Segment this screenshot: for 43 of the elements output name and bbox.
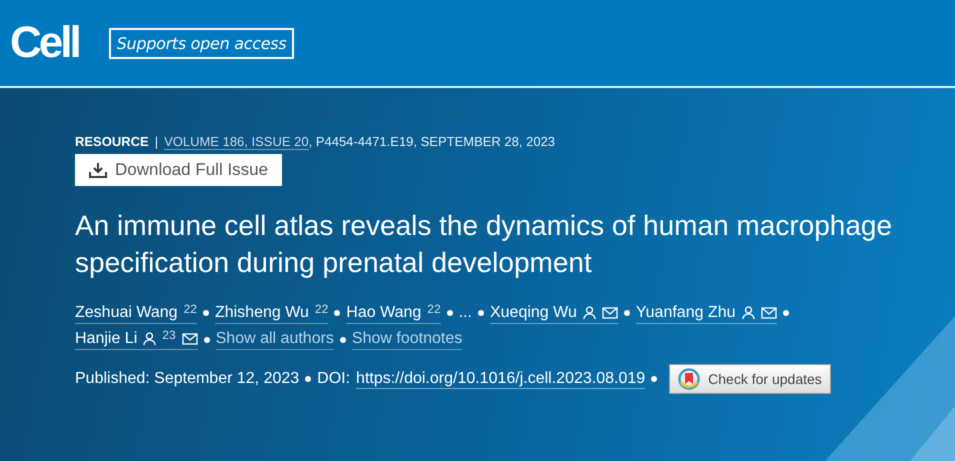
bullet-icon bbox=[340, 336, 346, 342]
bullet-icon bbox=[782, 310, 788, 316]
doi-label: DOI: bbox=[317, 370, 350, 388]
check-updates-button[interactable]: Check for updates bbox=[669, 364, 831, 394]
open-access-badge: Supports open access bbox=[108, 28, 294, 58]
author-link[interactable]: Xueqing Wu bbox=[490, 302, 577, 322]
logo[interactable]: Cell bbox=[10, 21, 79, 65]
ellipsis: ... bbox=[458, 303, 472, 323]
bookmark-icon bbox=[678, 368, 700, 390]
article-title: An immune cell atlas reveals the dynamics of human macrophage specification during prenatal development bbox=[75, 209, 894, 280]
footnote-mark[interactable]: 22 bbox=[184, 302, 197, 314]
bullet-icon bbox=[334, 310, 340, 316]
person-icon[interactable] bbox=[582, 306, 596, 320]
article-type: RESOURCE bbox=[75, 134, 149, 149]
bullet-icon bbox=[624, 310, 630, 316]
footnote-mark[interactable]: 23 bbox=[162, 329, 176, 341]
published-date: Published: September 12, 2023 bbox=[75, 370, 300, 388]
issue-link[interactable]: VOLUME 186, ISSUE 20 bbox=[164, 134, 309, 150]
email-icon[interactable] bbox=[760, 306, 776, 318]
download-icon bbox=[89, 162, 107, 178]
separator: | bbox=[154, 134, 158, 149]
toggle-link[interactable]: Show all authors bbox=[216, 329, 334, 350]
bullet-icon bbox=[204, 336, 210, 342]
bullet-icon bbox=[305, 376, 312, 382]
email-icon[interactable] bbox=[602, 306, 618, 318]
article-details: , P4454-4471.E19, SEPTEMBER 28, 2023 bbox=[308, 134, 556, 149]
author-link[interactable]: Hanjie Li bbox=[75, 329, 138, 349]
author-link[interactable]: Yuanfang Zhu bbox=[636, 302, 736, 322]
author-link[interactable]: Zhisheng Wu bbox=[214, 302, 309, 322]
author-link[interactable]: Zeshuai Wang bbox=[75, 302, 178, 322]
download-button[interactable]: Download Full Issue bbox=[75, 154, 282, 186]
person-icon[interactable] bbox=[742, 306, 754, 320]
doi-link[interactable]: https://doi.org/10.1016/j.cell.2023.08.019 bbox=[356, 370, 646, 388]
footnote-mark[interactable]: 22 bbox=[314, 302, 328, 314]
bullet-icon bbox=[202, 310, 209, 316]
person-icon[interactable] bbox=[143, 332, 156, 346]
footnote-mark[interactable]: 22 bbox=[427, 302, 441, 314]
bullet-icon bbox=[651, 376, 658, 382]
author-link[interactable]: Hao Wang bbox=[346, 302, 422, 322]
bullet-icon bbox=[446, 310, 453, 316]
bullet-icon bbox=[478, 310, 484, 316]
toggle-link[interactable]: Show footnotes bbox=[352, 329, 462, 350]
email-icon[interactable] bbox=[182, 333, 198, 345]
